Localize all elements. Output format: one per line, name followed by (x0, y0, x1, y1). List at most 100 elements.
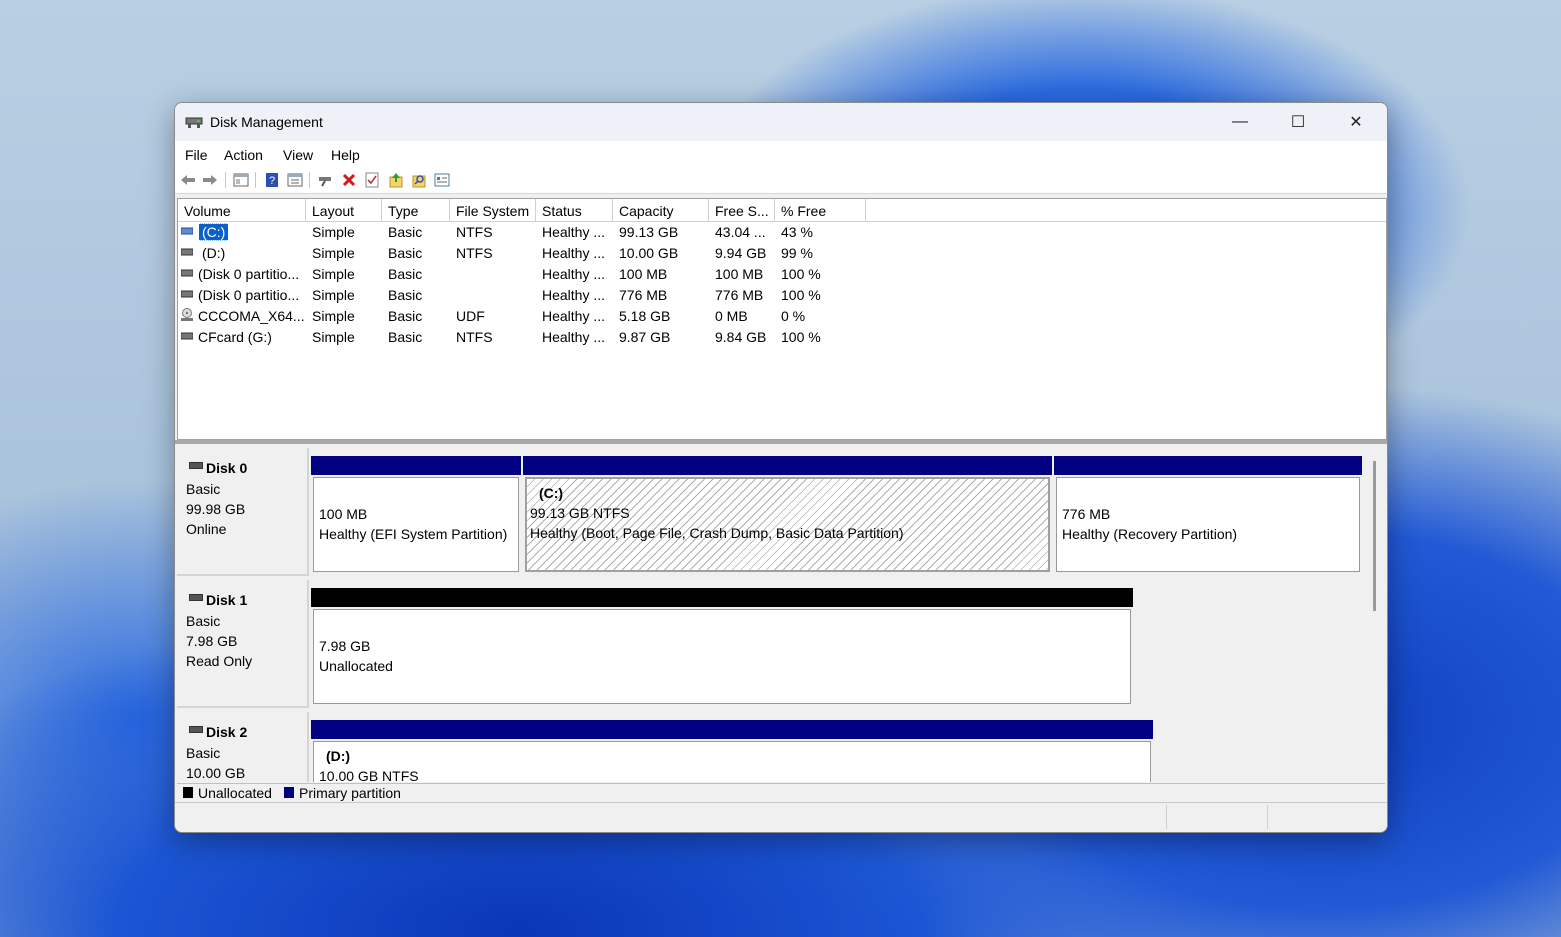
disk-1-label[interactable]: Disk 1 Basic 7.98 GB Read Only (177, 580, 309, 708)
partition-size: 776 MB (1062, 506, 1111, 522)
drive-icon (181, 332, 193, 340)
status-cell: Healthy ... (542, 245, 606, 261)
pane-splitter[interactable] (175, 440, 1387, 444)
layout-cell: Simple (312, 329, 355, 345)
title-bar[interactable]: Disk Management — ☐ ✕ (175, 103, 1387, 141)
capacity-cell: 10.00 GB (619, 245, 679, 261)
table-row[interactable]: CCCOMA_X64... Simple Basic UDF Healthy .… (178, 306, 1386, 327)
disk-size: 99.98 GB (186, 501, 246, 517)
volume-cell: (Disk 0 partitio... (198, 266, 300, 282)
partition-status: Healthy (Boot, Page File, Crash Dump, Ba… (530, 525, 904, 541)
legend-swatch-unallocated (183, 787, 193, 798)
type-cell: Basic (388, 308, 423, 324)
close-button[interactable]: ✕ (1327, 103, 1385, 141)
file-system-cell: UDF (456, 308, 485, 324)
layout-cell: Simple (312, 287, 355, 303)
disk-graph-pane: Disk 0 Basic 99.98 GB Online 100 MB Heal… (177, 446, 1385, 782)
table-row[interactable]: (Disk 0 partitio... Simple Basic Healthy… (178, 285, 1386, 306)
partition-size: 10.00 GB NTFS (319, 768, 419, 782)
partition-body: 7.98 GB Unallocated (313, 609, 1131, 704)
menu-file[interactable]: File (185, 147, 208, 163)
table-row[interactable]: (C:) Simple Basic NTFS Healthy ... 99.13… (178, 222, 1386, 243)
column-header-row: Volume Layout Type File System Status Ca… (178, 199, 1386, 222)
search-icon[interactable] (410, 171, 428, 189)
drive-icon (181, 290, 193, 298)
partition-recovery[interactable]: 776 MB Healthy (Recovery Partition) (1054, 456, 1362, 574)
partition-efi[interactable]: 100 MB Healthy (EFI System Partition) (311, 456, 521, 574)
info-icon[interactable] (433, 171, 451, 189)
free-space-cell: 9.94 GB (715, 245, 767, 261)
export-icon[interactable] (387, 171, 405, 189)
column-header-free-space[interactable]: Free S... (709, 199, 775, 221)
percent-free-cell: 0 % (781, 308, 806, 324)
disk-2-label[interactable]: Disk 2 Basic 10.00 GB (177, 712, 309, 782)
partition-status: Healthy (EFI System Partition) (319, 526, 508, 542)
table-row[interactable]: CFcard (G:) Simple Basic NTFS Healthy ..… (178, 327, 1386, 348)
drive-icon (181, 248, 193, 256)
column-header-type[interactable]: Type (382, 199, 450, 221)
primary-partition-bar (311, 456, 521, 475)
check-icon[interactable] (363, 171, 381, 189)
status-cell: Healthy ... (542, 224, 606, 240)
percent-free-cell: 100 % (781, 266, 821, 282)
console-tree-icon[interactable] (232, 171, 250, 189)
connect-icon[interactable] (316, 171, 334, 189)
capacity-cell: 5.18 GB (619, 308, 671, 324)
help-icon[interactable]: ? (263, 171, 281, 189)
partition-title: (D:) (326, 748, 351, 764)
table-row[interactable]: (Disk 0 partitio... Simple Basic Healthy… (178, 264, 1386, 285)
partition-status: Healthy (Recovery Partition) (1062, 526, 1238, 542)
disk-state: Read Only (186, 653, 253, 669)
type-cell: Basic (388, 245, 423, 261)
menu-action[interactable]: Action (224, 147, 263, 163)
minimize-button[interactable]: — (1211, 103, 1269, 141)
free-space-cell: 100 MB (715, 266, 764, 282)
table-row[interactable]: (D:) Simple Basic NTFS Healthy ... 10.00… (178, 243, 1386, 264)
disk-state: Online (186, 521, 227, 537)
file-system-cell: NTFS (456, 245, 493, 261)
back-icon[interactable] (179, 171, 197, 189)
status-cell: Healthy ... (542, 266, 606, 282)
column-header-percent-free[interactable]: % Free (775, 199, 866, 221)
column-header-file-system[interactable]: File System (450, 199, 536, 221)
primary-partition-bar (311, 720, 1153, 739)
partition-title: (C:) (539, 485, 564, 501)
properties-icon[interactable] (286, 171, 304, 189)
capacity-cell: 100 MB (619, 266, 668, 282)
type-cell: Basic (388, 287, 423, 303)
drive-icon (181, 227, 193, 235)
forward-icon[interactable] (201, 171, 219, 189)
partition-d[interactable]: (D:) 10.00 GB NTFS (311, 720, 1153, 782)
maximize-button[interactable]: ☐ (1269, 103, 1327, 141)
partition-size: 99.13 GB NTFS (530, 505, 630, 521)
menu-help[interactable]: Help (331, 147, 360, 163)
menu-bar: File Action View Help (175, 141, 1387, 167)
disk-0-label[interactable]: Disk 0 Basic 99.98 GB Online (177, 448, 309, 576)
type-cell: Basic (388, 329, 423, 345)
volume-cell: CCCOMA_X64... (198, 308, 305, 324)
status-bar (175, 802, 1387, 832)
toolbar-separator (225, 172, 226, 188)
toolbar: ? (175, 167, 1387, 194)
percent-free-cell: 100 % (781, 329, 821, 345)
type-cell: Basic (388, 266, 423, 282)
disk-management-window: Disk Management — ☐ ✕ File Action View H… (174, 102, 1388, 833)
status-cell: Healthy ... (542, 329, 606, 345)
column-header-volume[interactable]: Volume (178, 199, 306, 221)
volume-cell[interactable]: (C:) (199, 223, 229, 241)
status-cell: Healthy ... (542, 287, 606, 303)
free-space-cell: 0 MB (715, 308, 748, 324)
percent-free-cell: 43 % (781, 224, 813, 240)
delete-icon[interactable] (340, 171, 358, 189)
capacity-cell: 776 MB (619, 287, 668, 303)
column-header-status[interactable]: Status (536, 199, 613, 221)
cd-drive-icon (181, 308, 193, 321)
menu-view[interactable]: View (283, 147, 313, 163)
window-title: Disk Management (210, 114, 323, 130)
column-header-capacity[interactable]: Capacity (613, 199, 709, 221)
partition-c[interactable]: (C:) 99.13 GB NTFS Healthy (Boot, Page F… (523, 456, 1052, 574)
column-header-layout[interactable]: Layout (306, 199, 382, 221)
vertical-scrollbar[interactable] (1373, 461, 1376, 611)
partition-unallocated[interactable]: 7.98 GB Unallocated (311, 588, 1133, 706)
disk-name: Disk 0 (206, 460, 248, 476)
